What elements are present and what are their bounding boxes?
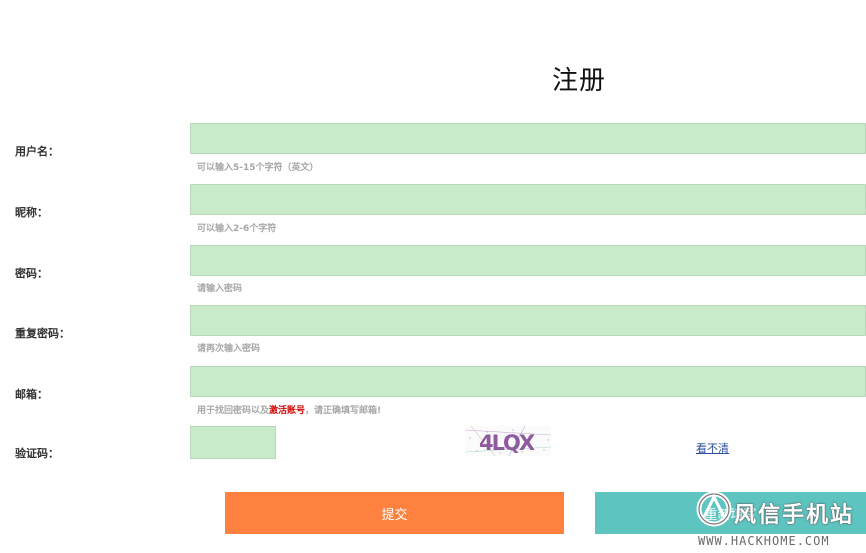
nickname-field[interactable] bbox=[190, 184, 866, 215]
username-field[interactable] bbox=[190, 123, 866, 154]
captcha-text: 4LQX bbox=[479, 431, 535, 455]
confirm-password-label: 重复密码： bbox=[15, 327, 70, 340]
submit-button[interactable]: 提交 bbox=[225, 492, 564, 534]
captcha-image[interactable]: 4LQX bbox=[465, 426, 551, 456]
page-title: 注册 bbox=[552, 66, 607, 96]
email-hint-highlight: 激活账号 bbox=[269, 406, 306, 416]
captcha-field[interactable] bbox=[190, 426, 276, 459]
email-hint-suffix: ，请正确填写邮箱! bbox=[305, 406, 382, 416]
watermark-en: WWW.HACKHOME.COM bbox=[698, 534, 830, 548]
password-field[interactable] bbox=[190, 245, 866, 276]
nickname-hint: 可以输入2-6个字符 bbox=[197, 224, 277, 234]
confirm-password-field[interactable] bbox=[190, 305, 866, 336]
email-label: 邮箱： bbox=[15, 388, 48, 401]
email-hint-prefix: 用于找回密码以及 bbox=[197, 406, 270, 416]
email-field[interactable] bbox=[190, 366, 866, 397]
reset-button[interactable]: 重新填写 bbox=[595, 492, 866, 534]
password-hint: 请输入密码 bbox=[197, 284, 243, 294]
username-hint: 可以输入5-15个字符（英文） bbox=[197, 163, 319, 173]
captcha-label: 验证码： bbox=[15, 447, 59, 460]
captcha-refresh-link[interactable]: 看不清 bbox=[696, 440, 729, 456]
nickname-label: 昵称： bbox=[15, 206, 48, 219]
confirm-password-hint: 请再次输入密码 bbox=[197, 344, 261, 354]
email-hint: 用于找回密码以及激活账号，请正确填写邮箱! bbox=[197, 403, 381, 416]
username-label: 用户名： bbox=[15, 145, 59, 158]
password-label: 密码： bbox=[15, 267, 48, 280]
